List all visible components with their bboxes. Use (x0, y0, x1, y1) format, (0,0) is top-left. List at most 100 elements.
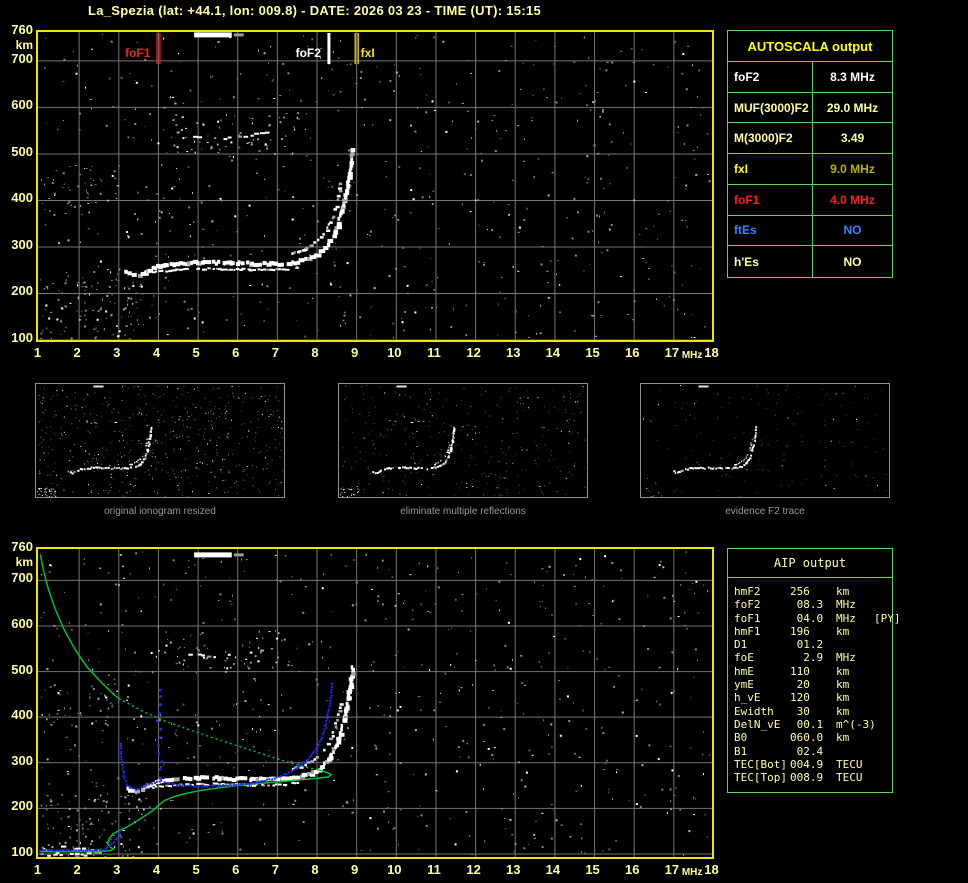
aip-row-value: 110 (790, 664, 810, 678)
autoscala-row-fof1: foF1 4.0 MHz (728, 184, 892, 216)
aip-row-extra (874, 585, 892, 598)
x-tick-label: 10 (387, 862, 402, 877)
aip-row-foe: foE 2.9 MHz (734, 651, 892, 664)
aip-row-fof1: foF1 04.0 MHz [PY] (734, 611, 901, 625)
x-tick-label: 2 (73, 345, 81, 360)
autoscala-output-window: La_Spezia (lat: +44.1, lon: 009.8) - DAT… (0, 0, 968, 883)
aip-row-unit: TECU (836, 771, 863, 785)
y-tick-label: 300 (11, 236, 33, 252)
x-tick-label: 9 (351, 345, 359, 360)
y-tick-label: 600 (11, 97, 33, 113)
aip-row-label: DelN_vE (734, 717, 781, 731)
aip-row-unit: km (836, 731, 850, 745)
top-ionogram-plot (36, 30, 714, 342)
autoscala-row-value: 9.0 MHz (830, 161, 875, 176)
aip-table: AIP output hmF2 256 km foF2 08.3 MHz foF1 04.… (727, 548, 901, 793)
x-tick-label: 12 (466, 345, 481, 360)
x-tick-label: 13 (506, 345, 521, 360)
x-tick-label: 1 (33, 862, 42, 877)
aip-row-value: 2.9 (790, 651, 824, 665)
autoscala-row-value: 8.3 MHz (830, 69, 875, 84)
y-tick-label: 700 (11, 570, 33, 586)
thumbnail-caption: evidence F2 trace (725, 506, 805, 517)
aip-row-value: 02.4 (790, 744, 824, 758)
x-tick-label: 16 (624, 345, 640, 360)
aip-row-label: foF2 (734, 598, 761, 612)
autoscala-row-value: 3.49 (840, 131, 865, 146)
x-axis-unit: MHz (681, 350, 703, 361)
aip-row-value: 008.9 (790, 771, 824, 785)
aip-row-value: 08.3 (790, 598, 824, 612)
aip-row-value: 060.0 (790, 731, 824, 745)
y-tick-label: 600 (11, 615, 33, 631)
x-tick-label: 2 (73, 862, 81, 877)
x-tick-label: 10 (387, 345, 402, 360)
aip-row-unit: TECU (836, 757, 863, 771)
page-title: La_Spezia (lat: +44.1, lon: 009.8) - DAT… (88, 3, 542, 18)
bottom-ionogram-canvas (38, 549, 712, 857)
y-axis-unit: km (15, 38, 33, 52)
aip-row-label: foF1 (734, 611, 761, 625)
x-tick-label: 8 (311, 345, 319, 360)
aip-row-value: 004.9 (790, 757, 824, 771)
aip-row-unit: km (836, 624, 850, 638)
autoscala-row-muf3000f2: MUF(3000)F2 29.0 MHz (728, 92, 892, 124)
autoscala-row-label: M(3000)F2 (728, 123, 813, 154)
aip-row-label: D1 (734, 638, 748, 652)
x-tick-label: 1 (33, 345, 42, 360)
aip-table-title: AIP output (728, 549, 892, 578)
aip-row-b0: B0 060.0 km (734, 731, 892, 744)
autoscala-row-label: ftEs (728, 215, 813, 246)
autoscala-row-fxi: fxI 9.0 MHz (728, 154, 892, 185)
thumbnail-canvas (37, 385, 284, 498)
aip-row-unit: km (836, 678, 850, 692)
aip-row-unit (836, 745, 874, 758)
x-tick-label: 5 (192, 862, 200, 877)
autoscala-table: AUTOSCALA output foF2 8.3 MHz MUF(3000)F2 2… (727, 30, 893, 278)
aip-row-unit: km (836, 691, 850, 705)
aip-row-unit: km (836, 704, 850, 718)
x-tick-label: 11 (427, 862, 441, 877)
autoscala-row-label: foF2 (728, 62, 813, 92)
aip-row-extra (874, 625, 892, 638)
autoscala-row-label: foF1 (728, 184, 813, 215)
y-tick-label: 300 (11, 752, 33, 768)
aip-row-label: Ewidth (734, 704, 774, 718)
x-tick-label: 4 (152, 862, 161, 877)
fof1-marker-label: foF1 (125, 46, 151, 60)
y-tick-label: 400 (11, 190, 33, 206)
y-tick-label: 200 (11, 283, 33, 299)
thumbnail-original-ionogram (35, 383, 285, 498)
x-tick-label: 3 (113, 862, 121, 877)
x-tick-label: 13 (506, 862, 521, 877)
aip-row-unit: MHz (836, 611, 856, 625)
x-tick-label: 3 (113, 345, 121, 360)
y-tick-label: 100 (11, 330, 33, 345)
x-tick-label: 16 (624, 862, 640, 877)
aip-row-extra (874, 758, 892, 771)
aip-row-unit (836, 638, 874, 651)
aip-row-fof2: foF2 08.3 MHz (734, 598, 892, 611)
aip-row-hmf2: hmF2 256 km (734, 585, 892, 598)
aip-row-delnve: DelN_vE 00.1 m^(-3) (734, 718, 892, 731)
y-tick-label: 200 (11, 798, 33, 814)
aip-row-unit: MHz (836, 598, 856, 612)
aip-row-unit: km (836, 664, 850, 678)
aip-table-rows: hmF2 256 km foF2 08.3 MHz foF1 04.0 MHz [PY] hmF… (728, 578, 901, 784)
autoscala-row-m3000f2: M(3000)F2 3.49 (728, 123, 892, 155)
aip-row-label: ymE (734, 678, 754, 692)
aip-row-extra (874, 705, 892, 718)
x-tick-label: 15 (585, 862, 600, 877)
y-tick-label: 100 (11, 844, 33, 859)
x-tick-label: 9 (351, 862, 359, 877)
x-tick-label: 6 (232, 862, 240, 877)
aip-row-extra (874, 731, 892, 744)
aip-row-hmf1: hmF1 196 km (734, 625, 892, 638)
aip-row-label: foE (734, 651, 754, 665)
fxi-marker-label: fxI (360, 46, 375, 60)
aip-row-tectop: TEC[Top] 008.9 TECU (734, 771, 892, 784)
aip-row-extra (874, 691, 892, 704)
aip-row-label: B1 (734, 744, 748, 758)
aip-row-label: hmE (734, 664, 754, 678)
top-ionogram-canvas (38, 32, 712, 340)
